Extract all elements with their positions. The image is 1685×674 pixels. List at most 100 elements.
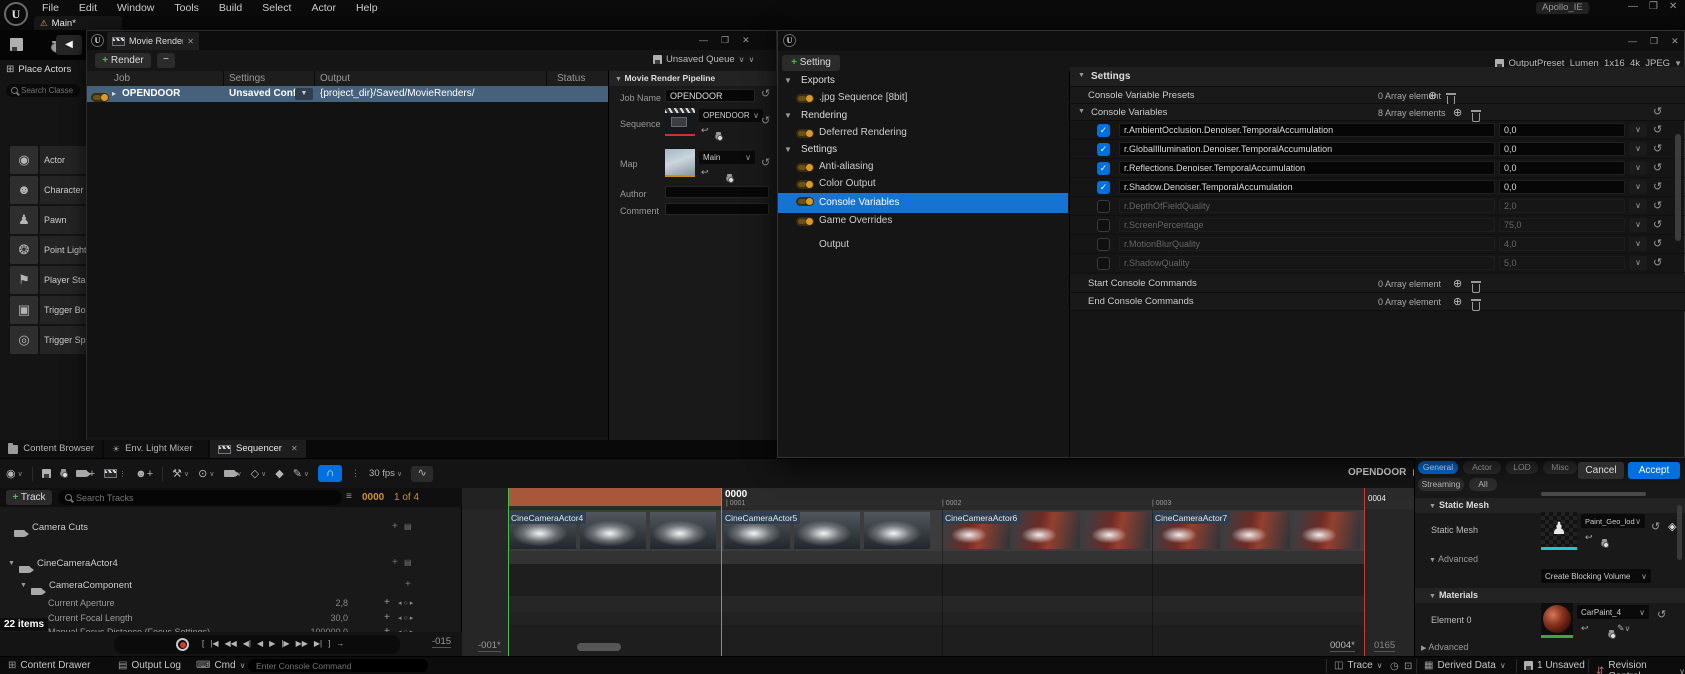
col-output[interactable]: Output [320,73,350,84]
reset-icon[interactable]: ↺ [1653,144,1662,155]
reset-icon[interactable]: ↺ [1653,107,1662,118]
setting-enabled-toggle[interactable] [796,197,814,206]
platforms-button[interactable]: ◀ [56,35,82,55]
current-frame-badge[interactable]: 0000 [362,492,384,503]
shot-thumbnail[interactable] [1294,512,1360,549]
add-element-icon[interactable]: ⊕ [1453,106,1462,119]
accept-button[interactable]: Accept [1628,462,1680,479]
add-element-icon[interactable]: ⊕ [1453,277,1462,290]
cancel-button[interactable]: Cancel [1578,462,1624,479]
reset-icon[interactable]: ↺ [1653,163,1662,174]
details-v-scrollbar[interactable] [1677,505,1682,560]
variable-checkbox[interactable] [1097,200,1110,213]
place-actor-item-trigger-box[interactable]: ▣Trigger Box [10,296,86,324]
preset-tree-console-variables[interactable]: Console Variables [778,193,1068,213]
transport-button[interactable]: ▶| [314,639,322,648]
col-settings[interactable]: Settings [229,73,265,84]
record-button[interactable] [176,638,189,651]
track-row-manual-focus-distance-focus-settings[interactable]: Manual Focus Distance (Focus Settings)10… [0,625,462,632]
variable-checkbox[interactable] [1097,238,1110,251]
expand-icon[interactable]: ▸ [112,89,116,98]
add-keyframe-icon[interactable]: + [384,612,390,623]
delete-icon[interactable] [1472,302,1480,311]
add-section-icon[interactable]: + [392,557,398,568]
transport-button[interactable]: ◀ [257,639,263,648]
reset-icon[interactable]: ↺ [1653,182,1662,193]
collapse-icon[interactable]: ▼ [784,145,792,154]
console-variable-row[interactable]: r.ShadowQuality5,0∨↺ [1070,254,1685,273]
fps-selector[interactable]: 30 fps∨ [369,468,402,479]
menu-item-window[interactable]: Window [107,0,164,16]
end-console-commands-row[interactable]: End Console Commands0 Array element⊕ [1070,293,1685,311]
preset-tree-rendering[interactable]: ▼Rendering [778,108,1068,125]
variable-value-field[interactable]: 5,0 [1499,256,1625,270]
playhead-line[interactable] [721,488,722,656]
advanced-expander[interactable]: ▶ Advanced [1421,642,1468,652]
close-icon[interactable]: ✕ [742,35,750,46]
reset-icon[interactable]: ↺ [761,89,770,100]
console-variables-row[interactable]: ▼Console Variables8 Array elements⊕↺ [1070,104,1685,121]
transport-button[interactable]: |◀ [210,639,218,648]
shot-thumbnail[interactable] [864,512,930,549]
curves-options-icon[interactable]: ◉∨ [6,467,23,480]
col-job[interactable]: Job [114,73,130,84]
transport-button[interactable]: ▶▶ [296,639,308,648]
close-icon[interactable]: ✕ [1669,1,1677,12]
browse-sequence-icon[interactable] [60,470,67,477]
setting-enabled-toggle[interactable] [796,217,814,226]
content-drawer-button[interactable]: ⊞Content Drawer [8,660,90,671]
tab-content-browser[interactable]: Content Browser [0,440,102,458]
console-input[interactable] [248,659,428,672]
advanced-expander[interactable]: ▼ Advanced [1429,554,1478,564]
transport-button[interactable]: ] [328,639,330,648]
value-dropdown-icon[interactable]: ∨ [1629,237,1647,251]
variable-name-field[interactable]: r.DepthOfFieldQuality [1119,199,1495,213]
reset-icon[interactable]: ↺ [761,158,770,169]
track-row-camera-cuts[interactable]: Camera Cuts+▤ [0,520,462,536]
map-combo[interactable]: Main∨ [699,151,755,164]
details-h-scrollbar[interactable] [1541,492,1646,496]
menu-item-actor[interactable]: Actor [301,0,346,16]
value-dropdown-icon[interactable]: ∨ [1629,199,1647,213]
console-variable-row[interactable]: r.MotionBlurQuality4,0∨↺ [1070,235,1685,254]
author-field[interactable] [665,186,769,198]
variable-checkbox[interactable]: ✓ [1097,162,1110,175]
trace-button[interactable]: ◫Trace∨ [1334,660,1383,671]
track-value[interactable]: 30,0 [300,613,348,623]
search-tracks-field[interactable] [76,493,306,503]
clock-icon[interactable]: ◷ [1390,661,1399,672]
details-tab-streaming[interactable]: Streaming [1418,478,1464,491]
use-selected-icon[interactable]: ↩ [1585,532,1593,543]
menu-item-help[interactable]: Help [346,0,388,16]
blocking-volume-combo[interactable]: Create Blocking Volume∨ [1541,569,1651,583]
preset-tree-settings[interactable]: ▼Settings [778,142,1068,159]
auto-key-icon[interactable]: ◆ [275,467,283,480]
shot-thumbnail[interactable] [580,512,646,549]
section-options-icon[interactable]: ▤ [404,558,412,567]
view-options-icon[interactable]: ⊙∨ [198,467,214,480]
shot-section-cinecameraactor5[interactable]: CineCameraActor5 [722,510,940,551]
use-selected-icon[interactable]: ↩ [701,125,709,136]
job-name-field[interactable]: OPENDOOR [665,89,755,102]
track-row-cinecameraactor4[interactable]: ▼CineCameraActor4+▤ [0,556,462,572]
shot-thumbnail[interactable] [1014,512,1080,549]
console-variable-row[interactable]: ✓r.AmbientOcclusion.Denoiser.TemporalAcc… [1070,121,1685,140]
shot-section-cinecameraactor7[interactable]: CineCameraActor7 [1152,510,1364,551]
derived-data-button[interactable]: ▦Derived Data∨ [1424,660,1506,671]
add-track-button[interactable]: + Track [6,490,52,505]
track-row-current-aperture[interactable]: Current Aperture2,8+◂○▸ [0,596,462,612]
menu-item-tools[interactable]: Tools [164,0,209,16]
variable-checkbox[interactable]: ✓ [1097,143,1110,156]
shot-section-cinecameraactor4[interactable]: CineCameraActor4 [508,510,721,551]
collapse-icon[interactable]: ▼ [8,560,15,567]
track-value[interactable]: 2,8 [300,598,348,608]
variable-value-field[interactable]: 0,0 [1499,142,1625,156]
menu-item-select[interactable]: Select [252,0,301,16]
variable-value-field[interactable]: 4,0 [1499,237,1625,251]
place-actor-item-character[interactable]: ☻Character [10,176,86,204]
sequence-thumbnail[interactable] [665,108,695,136]
preset-tree-game-overrides[interactable]: Game Overrides [778,213,1068,230]
track-row-cameracomponent[interactable]: ▼CameraComponent+ [0,578,462,594]
unreal-logo-icon[interactable]: U [4,2,28,26]
static-mesh-section[interactable]: ▼Static Mesh [1415,498,1685,513]
